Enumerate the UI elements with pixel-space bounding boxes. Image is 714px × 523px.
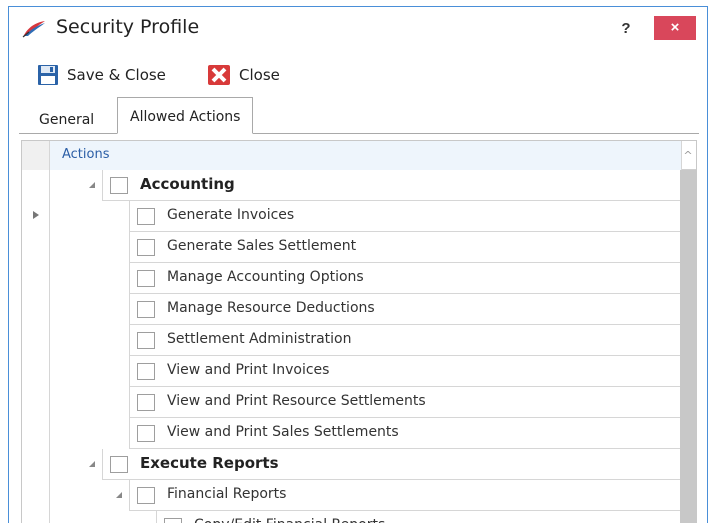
scroll-up-chevron-icon[interactable]: ^ bbox=[680, 141, 696, 170]
close-label: Close bbox=[239, 66, 280, 84]
actions-tree-grid: Actions ^ Accounting Generate Invoices Gen… bbox=[21, 140, 697, 523]
tree-row[interactable]: View and Print Invoices bbox=[50, 356, 682, 387]
action-checkbox[interactable] bbox=[137, 425, 155, 442]
action-checkbox[interactable] bbox=[137, 487, 155, 504]
action-checkbox[interactable] bbox=[137, 239, 155, 256]
action-checkbox[interactable] bbox=[137, 332, 155, 349]
row-indicator-column bbox=[22, 170, 50, 523]
security-profile-window: Security Profile ? × Save & Close Close … bbox=[8, 6, 708, 523]
tree-row[interactable]: View and Print Sales Settlements bbox=[50, 418, 682, 449]
action-label: View and Print Sales Settlements bbox=[167, 424, 399, 440]
tree-row[interactable]: Execute Reports bbox=[50, 449, 682, 480]
action-label: Manage Accounting Options bbox=[167, 269, 364, 285]
tree-row[interactable]: Manage Accounting Options bbox=[50, 263, 682, 294]
tab-general[interactable]: General bbox=[27, 107, 106, 133]
grid-header: Actions ^ bbox=[22, 141, 696, 170]
tree-row[interactable]: Generate Invoices bbox=[50, 201, 682, 232]
action-label: Financial Reports bbox=[167, 486, 287, 502]
tree-row[interactable]: Financial Reports bbox=[50, 480, 682, 511]
tab-strip: General Allowed Actions bbox=[19, 97, 699, 134]
action-checkbox[interactable] bbox=[137, 208, 155, 225]
tree-row[interactable]: Copy/Edit Financial Reports bbox=[50, 511, 682, 523]
expanded-triangle-icon[interactable] bbox=[115, 491, 123, 499]
tree-row[interactable]: Accounting bbox=[50, 170, 682, 201]
action-checkbox[interactable] bbox=[164, 518, 182, 523]
action-label: Execute Reports bbox=[140, 454, 279, 472]
window-title: Security Profile bbox=[56, 16, 200, 38]
save-disk-icon bbox=[38, 65, 58, 85]
tree-rows: Accounting Generate Invoices Generate Sale… bbox=[50, 170, 682, 523]
action-label: Manage Resource Deductions bbox=[167, 300, 375, 316]
action-label: Generate Invoices bbox=[167, 207, 295, 223]
save-and-close-button[interactable]: Save & Close bbox=[37, 63, 166, 87]
window-close-button[interactable]: × bbox=[654, 16, 696, 40]
action-label: Accounting bbox=[140, 175, 235, 193]
expanded-triangle-icon[interactable] bbox=[88, 181, 96, 189]
tree-row[interactable]: View and Print Resource Settlements bbox=[50, 387, 682, 418]
action-checkbox[interactable] bbox=[137, 363, 155, 380]
tab-allowed-actions[interactable]: Allowed Actions bbox=[117, 97, 254, 134]
close-button[interactable]: Close bbox=[207, 63, 280, 87]
action-checkbox[interactable] bbox=[137, 270, 155, 287]
action-checkbox[interactable] bbox=[137, 394, 155, 411]
expanded-triangle-icon[interactable] bbox=[88, 460, 96, 468]
tree-row[interactable]: Settlement Administration bbox=[50, 325, 682, 356]
title-bar: Security Profile ? × bbox=[9, 7, 707, 51]
toolbar: Save & Close Close bbox=[9, 59, 707, 89]
tree-row[interactable]: Generate Sales Settlement bbox=[50, 232, 682, 263]
action-label: Copy/Edit Financial Reports bbox=[194, 517, 385, 523]
profile-feather-icon bbox=[22, 21, 45, 38]
action-checkbox[interactable] bbox=[137, 301, 155, 318]
action-label: Settlement Administration bbox=[167, 331, 352, 347]
current-row-arrow-icon bbox=[33, 211, 39, 219]
action-checkbox[interactable] bbox=[110, 177, 128, 194]
vertical-scrollbar[interactable] bbox=[680, 170, 696, 523]
action-label: View and Print Resource Settlements bbox=[167, 393, 426, 409]
close-red-icon bbox=[208, 65, 230, 85]
save-and-close-label: Save & Close bbox=[67, 66, 166, 84]
row-indicator-header bbox=[22, 141, 50, 170]
column-header-actions[interactable]: Actions bbox=[50, 141, 682, 170]
action-checkbox[interactable] bbox=[110, 456, 128, 473]
action-label: Generate Sales Settlement bbox=[167, 238, 357, 254]
action-label: View and Print Invoices bbox=[167, 362, 330, 378]
help-button[interactable]: ? bbox=[614, 17, 638, 41]
tree-row[interactable]: Manage Resource Deductions bbox=[50, 294, 682, 325]
